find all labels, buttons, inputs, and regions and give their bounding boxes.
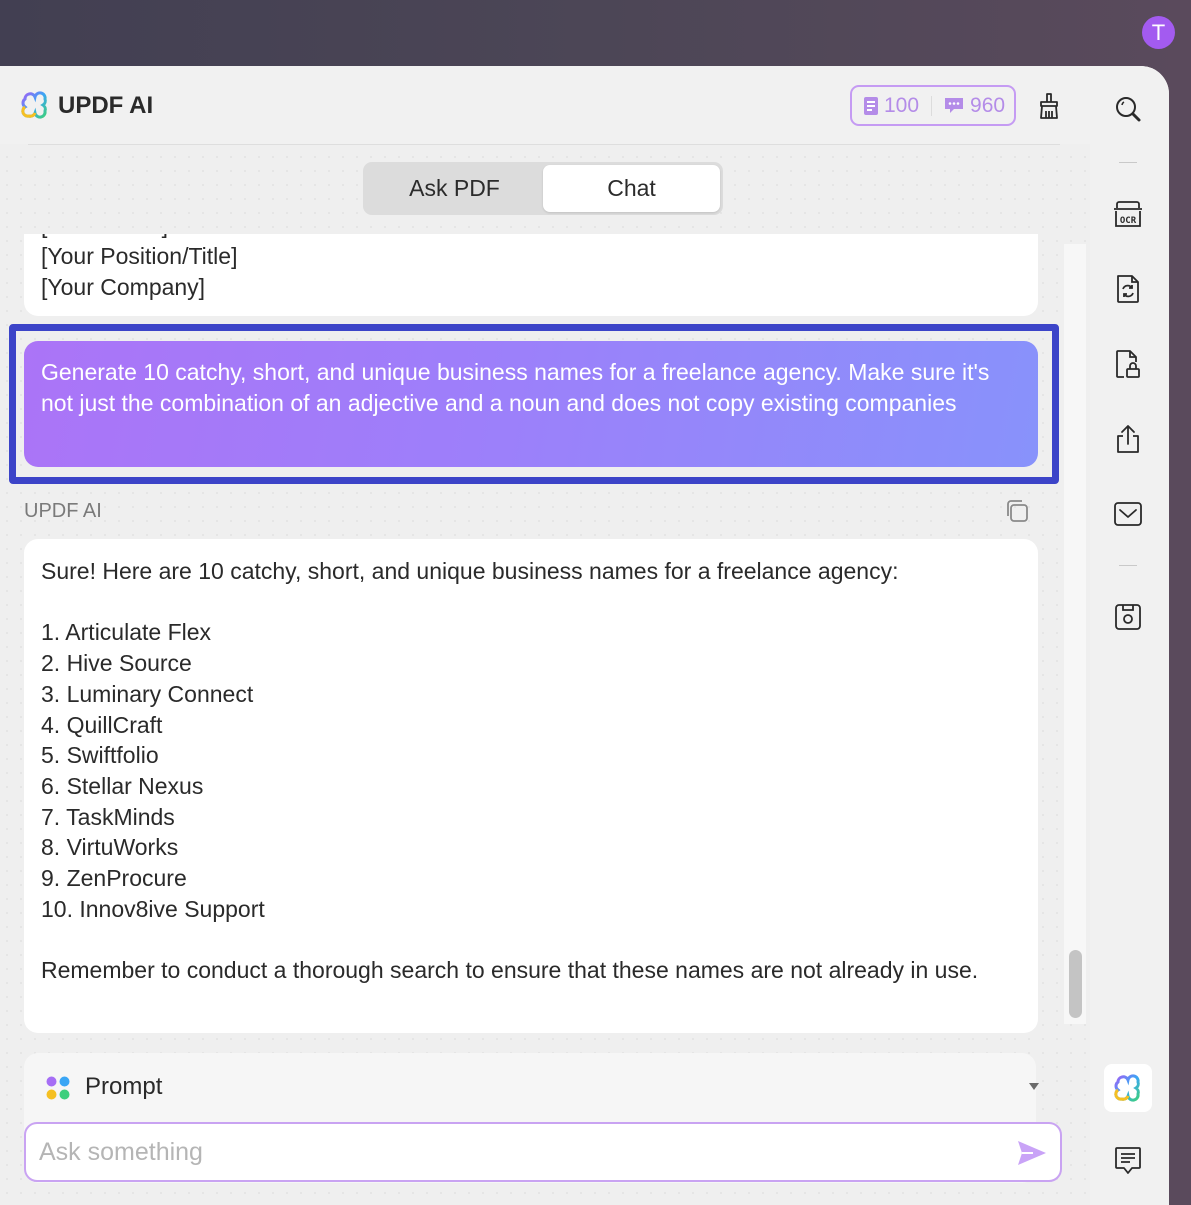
updf-ai-logo-icon bbox=[21, 91, 47, 119]
tab-chat[interactable]: Chat bbox=[543, 165, 720, 212]
header: UPDF AI 100 960 bbox=[0, 66, 1090, 144]
sidebar-item-comment[interactable] bbox=[1113, 1146, 1143, 1176]
file-lock-icon bbox=[1116, 350, 1140, 378]
sidebar-separator bbox=[1119, 162, 1137, 163]
previous-message-line: [Your Company] bbox=[41, 274, 206, 300]
business-name-item: 2. Hive Source bbox=[41, 650, 192, 677]
share-icon bbox=[1117, 425, 1139, 453]
tab-ask-pdf[interactable]: Ask PDF bbox=[366, 165, 543, 212]
ai-response-outro: Remember to conduct a thorough search to… bbox=[41, 957, 979, 984]
business-name-item: 10. Innov8ive Support bbox=[41, 895, 265, 922]
prompt-label: Prompt bbox=[85, 1073, 163, 1100]
ai-response-bubble: Sure! Here are 10 catchy, short, and uni… bbox=[24, 539, 1038, 1033]
sidebar-item-save[interactable] bbox=[1113, 602, 1143, 632]
user-message-bubble: Generate 10 catchy, short, and unique bu… bbox=[24, 341, 1038, 467]
business-name-item: 1. Articulate Flex bbox=[41, 619, 212, 646]
comment-icon bbox=[1115, 1147, 1141, 1174]
sidebar-item-convert[interactable] bbox=[1113, 274, 1143, 304]
business-name-item: 5. Swiftfolio bbox=[41, 742, 159, 769]
mail-icon bbox=[1114, 502, 1142, 526]
previous-ai-message: [Your Name] [Your Position/Title] [Your … bbox=[24, 234, 1038, 316]
credits-badge[interactable]: 100 960 bbox=[850, 85, 1016, 126]
save-icon bbox=[1115, 604, 1141, 630]
sidebar-item-updf-ai[interactable] bbox=[1104, 1064, 1152, 1112]
sidebar-separator bbox=[1119, 565, 1137, 566]
search-icon bbox=[1116, 97, 1141, 122]
sidebar-item-ocr[interactable]: OCR bbox=[1113, 199, 1143, 229]
header-divider bbox=[28, 144, 1060, 145]
sidebar-item-protect[interactable] bbox=[1113, 349, 1143, 379]
updf-ai-icon bbox=[1114, 1074, 1140, 1102]
business-name-item: 3. Luminary Connect bbox=[41, 680, 254, 707]
previous-message-line: [Your Position/Title] bbox=[41, 243, 238, 269]
previous-message-line: [Your Name] bbox=[41, 234, 1021, 241]
ai-response-intro: Sure! Here are 10 catchy, short, and uni… bbox=[41, 558, 899, 584]
user-avatar[interactable]: T bbox=[1142, 16, 1175, 49]
copy-icon[interactable] bbox=[1004, 498, 1030, 524]
sidebar-item-search[interactable] bbox=[1113, 94, 1143, 124]
document-credit-count: 100 bbox=[884, 93, 920, 117]
business-name-item: 4. QuillCraft bbox=[41, 711, 163, 738]
updf-ai-window: UPDF AI 100 960 Ask PDF Chat [Your Name]… bbox=[0, 66, 1169, 1205]
chat-panel: UPDF AI 100 960 Ask PDF Chat [Your Name]… bbox=[0, 66, 1090, 1205]
document-credit-icon bbox=[864, 96, 878, 115]
chat-scrollbar-thumb[interactable] bbox=[1069, 950, 1082, 1018]
clear-chat-brush-icon[interactable] bbox=[1036, 92, 1062, 120]
business-name-item: 8. VirtuWorks bbox=[41, 834, 179, 861]
sidebar-item-share[interactable] bbox=[1113, 424, 1143, 454]
mode-tabs: Ask PDF Chat bbox=[363, 162, 723, 215]
prompt-dots-icon bbox=[46, 1076, 70, 1100]
svg-text:OCR: OCR bbox=[1120, 216, 1137, 226]
ai-sender-label: UPDF AI bbox=[24, 500, 102, 522]
ocr-icon: OCR bbox=[1114, 201, 1142, 227]
business-name-item: 9. ZenProcure bbox=[41, 865, 187, 892]
message-credit-count: 960 bbox=[970, 93, 1006, 117]
business-name-item: 7. TaskMinds bbox=[41, 803, 175, 830]
credits-separator bbox=[931, 95, 933, 116]
file-convert-icon bbox=[1117, 275, 1139, 303]
app-title: UPDF AI bbox=[58, 92, 154, 119]
send-icon[interactable] bbox=[1017, 1140, 1047, 1166]
message-credit-icon bbox=[945, 97, 964, 113]
chevron-down-icon[interactable] bbox=[1029, 1083, 1039, 1090]
ask-input[interactable] bbox=[24, 1122, 1062, 1182]
sidebar-item-email[interactable] bbox=[1113, 499, 1143, 529]
right-toolbar: OCR bbox=[1090, 66, 1169, 1205]
business-name-item: 6. Stellar Nexus bbox=[41, 772, 204, 799]
chat-scrollbar-track[interactable] bbox=[1064, 244, 1086, 1024]
